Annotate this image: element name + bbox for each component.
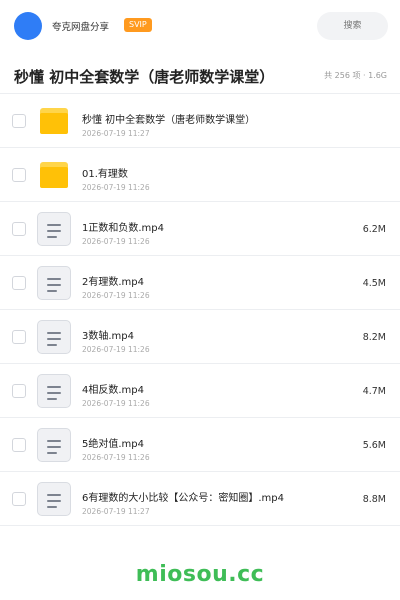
folder-summary: 共 256 项 · 1.6G [324, 71, 387, 80]
folder-icon [40, 162, 68, 188]
row-checkbox[interactable] [12, 330, 26, 344]
file-name: 5绝对值.mp4 [82, 439, 144, 450]
row-checkbox[interactable] [12, 114, 26, 128]
file-name: 1正数和负数.mp4 [82, 223, 164, 234]
file-date: 2026-07-19 11:27 [82, 129, 150, 138]
file-row[interactable]: 5绝对值.mp4 2026-07-19 11:26 5.6M [0, 418, 400, 472]
file-row[interactable]: 1正数和负数.mp4 2026-07-19 11:26 6.2M [0, 202, 400, 256]
file-size: 8.2M [362, 332, 386, 343]
file-size: 6.2M [362, 224, 386, 235]
document-icon [37, 320, 71, 354]
file-list: 秒懂 初中全套数学（唐老师数学课堂） 2026-07-19 11:27 01.有理数… [0, 94, 400, 526]
file-name: 3数轴.mp4 [82, 331, 134, 342]
file-name: 01.有理数 [82, 169, 128, 180]
username: 夸克网盘分享 [52, 22, 110, 33]
document-icon [37, 482, 71, 516]
file-row[interactable]: 3数轴.mp4 2026-07-19 11:26 8.2M [0, 310, 400, 364]
file-row[interactable]: 6有理数的大小比较【公众号：密知圈】.mp4 2026-07-19 11:27 8.… [0, 472, 400, 526]
document-icon [37, 428, 71, 462]
file-size: 5.6M [362, 440, 386, 451]
row-checkbox[interactable] [12, 168, 26, 182]
document-icon [37, 374, 71, 408]
file-date: 2026-07-19 11:27 [82, 507, 150, 516]
file-row[interactable]: 2有理数.mp4 2026-07-19 11:26 4.5M [0, 256, 400, 310]
folder-row[interactable]: 秒懂 初中全套数学（唐老师数学课堂） 2026-07-19 11:27 [0, 94, 400, 148]
file-date: 2026-07-19 11:26 [82, 291, 150, 300]
folder-header: 秒懂 初中全套数学（唐老师数学课堂） 共 256 项 · 1.6G [0, 58, 400, 94]
file-size: 8.8M [362, 494, 386, 505]
file-name: 6有理数的大小比较【公众号：密知圈】.mp4 [82, 493, 284, 504]
top-bar: 夸克网盘分享 SVIP [0, 0, 400, 52]
file-name: 秒懂 初中全套数学（唐老师数学课堂） [82, 115, 256, 126]
file-date: 2026-07-19 11:26 [82, 183, 150, 192]
row-checkbox[interactable] [12, 276, 26, 290]
watermark-logo: miosou.cc [135, 562, 265, 587]
row-checkbox[interactable] [12, 384, 26, 398]
page-title: 秒懂 初中全套数学（唐老师数学课堂） [14, 68, 275, 86]
file-date: 2026-07-19 11:26 [82, 345, 150, 354]
row-checkbox[interactable] [12, 222, 26, 236]
file-date: 2026-07-19 11:26 [82, 453, 150, 462]
file-name: 4相反数.mp4 [82, 385, 144, 396]
file-date: 2026-07-19 11:26 [82, 237, 150, 246]
folder-icon [40, 108, 68, 134]
file-row[interactable]: 4相反数.mp4 2026-07-19 11:26 4.7M [0, 364, 400, 418]
file-size: 4.5M [362, 278, 386, 289]
folder-row[interactable]: 01.有理数 2026-07-19 11:26 [0, 148, 400, 202]
search-input[interactable] [317, 12, 388, 40]
svip-badge: SVIP [124, 18, 152, 32]
avatar[interactable] [14, 12, 42, 40]
file-size: 4.7M [362, 386, 386, 397]
document-icon [37, 212, 71, 246]
file-date: 2026-07-19 11:26 [82, 399, 150, 408]
file-name: 2有理数.mp4 [82, 277, 144, 288]
document-icon [37, 266, 71, 300]
row-checkbox[interactable] [12, 438, 26, 452]
row-checkbox[interactable] [12, 492, 26, 506]
